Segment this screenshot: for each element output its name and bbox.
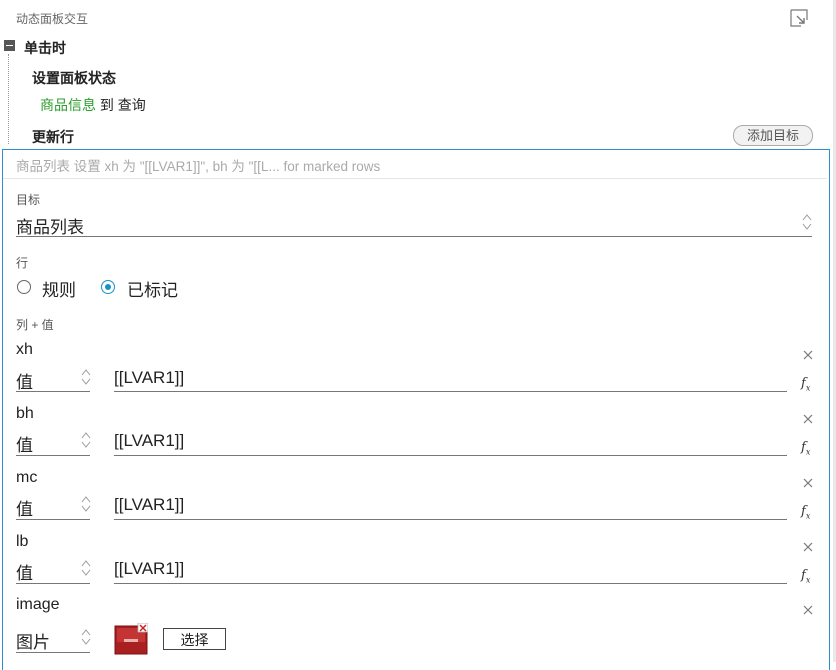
action-summary: 商品列表 设置 xh 为 "[[LVAR1]]", bh 为 "[[L... f… — [16, 159, 381, 174]
column-value-input[interactable]: [[LVAR1]] — [114, 368, 184, 388]
function-icon[interactable]: fx — [801, 568, 810, 585]
radio-marked-label[interactable]: 已标记 — [127, 276, 178, 301]
event-label[interactable]: 单击时 — [24, 38, 66, 58]
column-name: lb — [16, 533, 29, 550]
column-type-select[interactable]: 值 — [16, 431, 33, 456]
update-row-panel — [2, 149, 830, 670]
add-target-button[interactable]: 添加目标 — [733, 125, 813, 146]
radio-rule[interactable] — [17, 280, 31, 294]
value-underline — [114, 391, 787, 392]
tree-line — [8, 54, 9, 144]
function-icon[interactable]: fx — [801, 440, 810, 457]
section-title: 动态面板交互 — [16, 12, 89, 26]
value-underline — [114, 455, 787, 456]
column-name: image — [16, 596, 60, 613]
type-underline — [16, 455, 90, 456]
target-label: 目标 — [16, 193, 41, 207]
column-type-select[interactable]: 值 — [16, 495, 33, 520]
updown-icon[interactable] — [81, 367, 91, 387]
target-select[interactable]: 商品列表 — [16, 213, 84, 238]
type-underline — [16, 583, 90, 584]
column-value-input[interactable]: [[LVAR1]] — [114, 431, 184, 451]
updown-icon[interactable] — [81, 627, 91, 647]
close-icon[interactable] — [803, 350, 813, 360]
divider — [3, 178, 827, 179]
type-underline — [16, 391, 90, 392]
action-set-panel-state[interactable]: 设置面板状态 — [32, 68, 116, 88]
value-underline — [114, 519, 787, 520]
type-underline — [16, 519, 90, 520]
updown-icon[interactable] — [81, 558, 91, 578]
choose-image-button[interactable]: 选择 — [163, 628, 226, 650]
panel-name: 商品信息 — [40, 97, 96, 113]
function-icon[interactable]: fx — [801, 376, 810, 393]
updown-icon[interactable] — [81, 494, 91, 514]
function-icon[interactable]: fx — [801, 504, 810, 521]
image-thumbnail[interactable] — [114, 623, 148, 655]
action-update-row[interactable]: 更新行 — [32, 127, 74, 147]
collapse-icon[interactable] — [4, 40, 15, 51]
close-icon[interactable] — [803, 414, 813, 424]
columns-label: 列 + 值 — [16, 318, 54, 332]
column-type-select[interactable]: 值 — [16, 559, 33, 584]
column-name: xh — [16, 341, 33, 358]
radio-rule-label[interactable]: 规则 — [42, 276, 76, 301]
value-underline — [114, 583, 787, 584]
type-underline — [16, 652, 90, 653]
panel-state: 查询 — [117, 97, 146, 113]
close-icon[interactable] — [803, 605, 813, 615]
column-type-select[interactable]: 图片 — [16, 628, 50, 653]
rows-label: 行 — [16, 256, 29, 270]
target-underline — [16, 236, 812, 237]
column-name: mc — [16, 469, 38, 486]
updown-icon[interactable] — [802, 212, 812, 232]
radio-marked[interactable] — [101, 280, 115, 294]
connector-text: 到 — [99, 97, 114, 113]
updown-icon[interactable] — [81, 430, 91, 450]
column-value-input[interactable]: [[LVAR1]] — [114, 495, 184, 515]
pin-icon[interactable] — [790, 9, 808, 27]
close-icon[interactable] — [803, 478, 813, 488]
column-value-input[interactable]: [[LVAR1]] — [114, 559, 184, 579]
close-icon[interactable] — [803, 542, 813, 552]
column-type-select[interactable]: 值 — [16, 368, 33, 393]
column-name: bh — [16, 405, 34, 422]
action-set-panel-detail[interactable]: 商品信息 到 查询 — [40, 95, 146, 115]
